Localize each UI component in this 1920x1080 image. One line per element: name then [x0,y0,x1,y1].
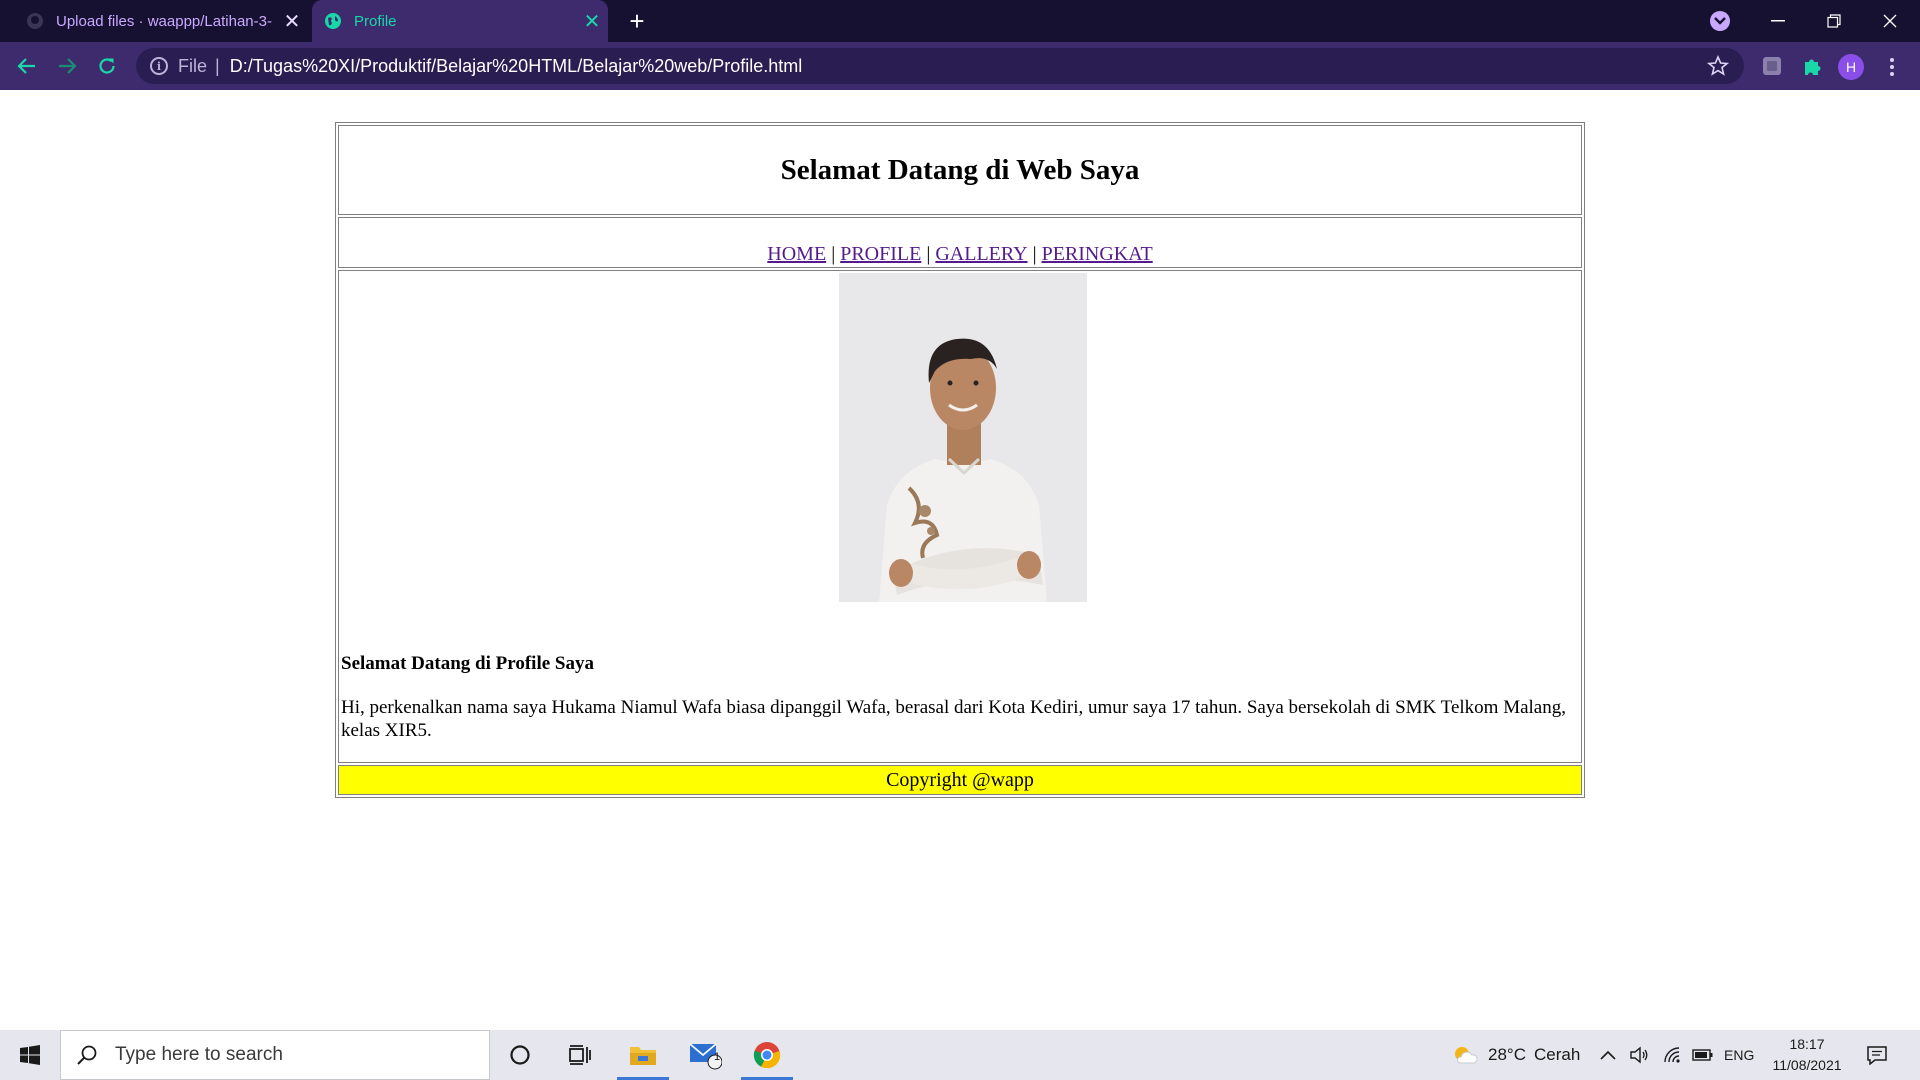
chevron-up-icon [1600,1050,1616,1060]
language-label: ENG [1724,1047,1755,1063]
weather-temp: 28°C [1488,1045,1526,1064]
content-cell: Selamat Datang di Profile Saya Hi, perke… [338,270,1582,763]
extension-button[interactable] [1758,52,1786,80]
volume-button[interactable] [1629,1030,1649,1080]
task-view-icon [569,1045,591,1065]
reload-icon [99,58,115,74]
footer-cell: Copyright @wapp [338,765,1582,795]
nav-separator: | [1032,243,1037,265]
address-url[interactable]: D:/Tugas%20XI/Produktif/Belajar%20HTML/B… [230,56,803,77]
copyright-text: Copyright @wapp [886,768,1034,791]
tab-upload-files[interactable]: Upload files · waappp/Latihan-3- ✕ [14,0,308,42]
battery-icon [1692,1049,1713,1061]
weather-sun-cloud-icon [1455,1047,1478,1064]
header-cell: Selamat Datang di Web Saya [338,125,1582,215]
search-placeholder: Type here to search [115,1044,283,1065]
profile-heading: Selamat Datang di Profile Saya [341,653,594,674]
mail-badge: 1 [714,1051,721,1063]
browser-toolbar: i File | D:/Tugas%20XI/Produktif/Belajar… [0,42,1920,90]
extensions-menu-button[interactable] [1798,52,1826,80]
arrow-left-icon [17,58,35,74]
start-button[interactable] [0,1030,60,1080]
chrome-button[interactable] [739,1030,795,1080]
close-icon[interactable]: ✕ [576,9,608,34]
person-illustration [839,273,1087,602]
clock-time: 18:17 [1789,1036,1825,1052]
back-button[interactable] [11,50,43,82]
tab-title: Upload files · waappp/Latihan-3- [56,12,272,30]
notification-icon [1867,1046,1887,1065]
windows-logo-icon [20,1045,40,1065]
search-icon [77,1045,97,1065]
cortana-button[interactable] [492,1030,548,1080]
tab-profile[interactable]: Profile ✕ [312,0,608,42]
folder-icon [630,1047,656,1065]
clock[interactable]: 18:17 11/08/2021 [1762,1034,1852,1076]
taskbar: Type here to search 1 28°C Cerah ENG 18:… [0,1030,1920,1080]
cortana-circle-icon [510,1045,530,1065]
address-bar[interactable]: i File | D:/Tugas%20XI/Produktif/Belajar… [136,48,1744,84]
globe-icon [325,13,341,29]
show-hidden-icons-button[interactable] [1600,1030,1616,1080]
mail-button[interactable]: 1 [677,1030,733,1080]
clock-date: 11/08/2021 [1772,1057,1842,1073]
weather-condition: Cerah [1533,1045,1581,1064]
wifi-icon [1664,1047,1680,1063]
tab-title: Profile [354,12,397,30]
weather-widget[interactable]: 28°C Cerah [1452,1030,1580,1080]
extension-square-icon [1763,57,1781,75]
profile-text: Hi, perkenalkan nama saya Hukama Niamul … [341,697,1566,741]
nav-separator: | [831,243,836,265]
nav-link-gallery[interactable]: GALLERY [935,243,1027,266]
address-scheme: File [178,55,208,76]
profile-photo [839,273,1087,602]
bookmark-star-icon[interactable] [1706,54,1730,78]
close-icon[interactable]: ✕ [276,9,308,34]
arrow-right-icon [59,58,77,74]
restore-icon [1827,14,1841,28]
avatar[interactable]: H [1838,54,1864,80]
browser-menu-button[interactable] [1880,54,1904,80]
nav-separator: | [926,243,931,265]
task-view-button[interactable] [552,1030,608,1080]
network-button[interactable] [1663,1030,1683,1080]
web-page: Selamat Datang di Web Saya HOME | PROFIL… [0,90,1920,1030]
chrome-icon [753,1042,781,1069]
github-icon [27,13,43,29]
info-icon[interactable]: i [150,57,168,75]
close-window-button[interactable] [1862,0,1918,42]
close-icon [1883,14,1897,28]
nav-cell: HOME | PROFILE | GALLERY | PERINGKAT [338,217,1582,268]
taskbar-search-box[interactable]: Type here to search [60,1030,490,1080]
nav-link-peringkat[interactable]: PERINGKAT [1042,243,1153,266]
address-separator: | [215,55,220,76]
battery-button[interactable] [1692,1030,1714,1080]
chevron-down-icon [1714,17,1726,25]
page-title: Selamat Datang di Web Saya [780,153,1140,186]
file-explorer-button[interactable] [615,1030,671,1080]
nav-link-home[interactable]: HOME [767,243,826,266]
action-center-button[interactable] [1866,1030,1888,1080]
puzzle-icon [1805,59,1821,75]
layout-table: Selamat Datang di Web Saya HOME | PROFIL… [335,122,1585,798]
tab-search-button[interactable] [1710,11,1730,31]
new-tab-button[interactable]: + [622,6,652,36]
forward-button[interactable] [51,50,83,82]
input-language-button[interactable]: ENG [1724,1030,1754,1080]
reload-button[interactable] [91,50,123,82]
minimize-icon [1771,20,1785,22]
nav-link-profile[interactable]: PROFILE [840,243,921,266]
minimize-button[interactable] [1750,0,1806,42]
browser-titlebar: Upload files · waappp/Latihan-3- ✕ Profi… [0,0,1920,42]
speaker-icon [1630,1046,1648,1064]
restore-button[interactable] [1806,0,1862,42]
